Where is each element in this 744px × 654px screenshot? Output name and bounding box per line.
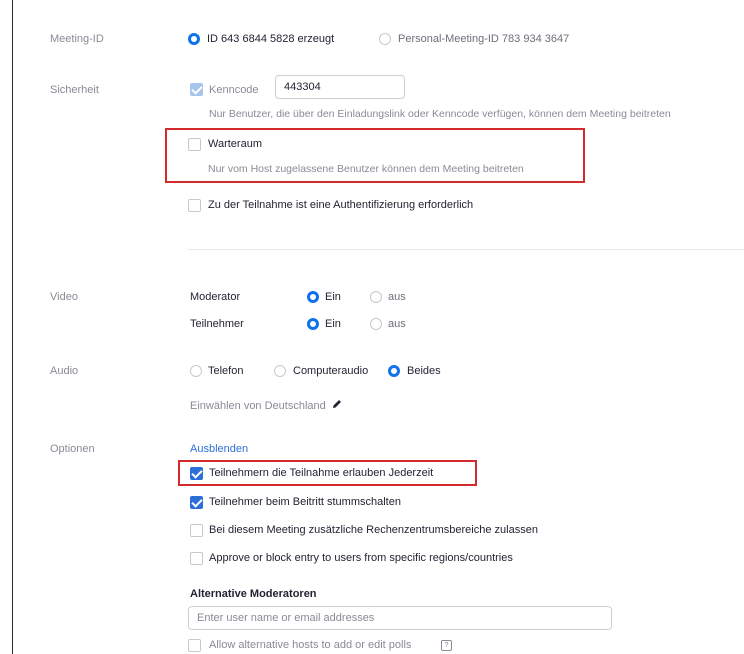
approve-block-label[interactable]: Approve or block entry to users from spe… xyxy=(209,552,513,564)
video-host-on-label[interactable]: Ein xyxy=(325,291,341,303)
video-participant-off-radio[interactable] xyxy=(370,318,382,330)
info-icon[interactable]: ? xyxy=(441,640,452,651)
audio-label: Audio xyxy=(50,365,79,377)
passcode-value: 443304 xyxy=(284,81,321,93)
auth-label[interactable]: Zu der Teilnahme ist eine Authentifizier… xyxy=(208,199,473,211)
video-participant-on-label[interactable]: Ein xyxy=(325,318,341,330)
auth-checkbox[interactable] xyxy=(188,199,201,212)
join-anytime-checkbox[interactable] xyxy=(190,467,203,480)
audio-both-label[interactable]: Beides xyxy=(407,365,441,377)
passcode-input[interactable]: 443304 xyxy=(275,75,405,99)
radio-personal-id[interactable] xyxy=(379,33,391,45)
pencil-icon[interactable] xyxy=(332,399,342,412)
options-label: Optionen xyxy=(50,443,95,455)
video-host-label: Moderator xyxy=(190,291,241,303)
video-label: Video xyxy=(50,291,78,303)
video-participant-off-label[interactable]: aus xyxy=(388,318,406,330)
alt-hosts-placeholder: Enter user name or email addresses xyxy=(197,612,375,624)
alt-hosts-title: Alternative Moderatoren xyxy=(190,588,317,600)
meeting-id-label: Meeting-ID xyxy=(50,33,104,45)
section-divider xyxy=(188,249,744,250)
data-center-label[interactable]: Bei diesem Meeting zusätzliche Rechenzen… xyxy=(209,524,538,536)
mute-on-entry-label[interactable]: Teilnehmer beim Beitritt stummschalten xyxy=(209,496,401,508)
alt-hosts-input[interactable]: Enter user name or email addresses xyxy=(188,606,612,630)
audio-both-radio[interactable] xyxy=(388,365,400,377)
allow-polls-checkbox[interactable] xyxy=(188,639,201,652)
passcode-label: Kenncode xyxy=(209,84,259,96)
approve-block-checkbox[interactable] xyxy=(190,552,203,565)
passcode-hint: Nur Benutzer, die über den Einladungslin… xyxy=(209,108,671,120)
join-anytime-label[interactable]: Teilnehmern die Teilnahme erlauben Jeder… xyxy=(209,467,433,479)
dial-in-row[interactable]: Einwählen von Deutschland xyxy=(190,399,342,412)
allow-polls-label[interactable]: Allow alternative hosts to add or edit p… xyxy=(209,639,411,651)
audio-computer-radio[interactable] xyxy=(274,365,286,377)
audio-phone-label[interactable]: Telefon xyxy=(208,365,243,377)
dial-in-label: Einwählen von Deutschland xyxy=(190,400,326,412)
video-host-off-radio[interactable] xyxy=(370,291,382,303)
video-host-on-radio[interactable] xyxy=(307,291,319,303)
radio-personal-id-label[interactable]: Personal-Meeting-ID 783 934 3647 xyxy=(398,33,569,45)
audio-computer-label[interactable]: Computeraudio xyxy=(293,365,368,377)
waiting-room-hint: Nur vom Host zugelassene Benutzer können… xyxy=(208,163,524,175)
video-participant-on-radio[interactable] xyxy=(307,318,319,330)
video-host-off-label[interactable]: aus xyxy=(388,291,406,303)
hide-options-link[interactable]: Ausblenden xyxy=(190,443,248,455)
passcode-checkbox[interactable] xyxy=(190,83,203,96)
video-participant-label: Teilnehmer xyxy=(190,318,244,330)
audio-phone-radio[interactable] xyxy=(190,365,202,377)
mute-on-entry-checkbox[interactable] xyxy=(190,496,203,509)
data-center-checkbox[interactable] xyxy=(190,524,203,537)
radio-generated-id[interactable] xyxy=(188,33,200,45)
window-left-border xyxy=(12,0,13,654)
waiting-room-label[interactable]: Warteraum xyxy=(208,138,262,150)
radio-generated-id-label[interactable]: ID 643 6844 5828 erzeugt xyxy=(207,33,334,45)
security-label: Sicherheit xyxy=(50,84,99,96)
waiting-room-checkbox[interactable] xyxy=(188,138,201,151)
